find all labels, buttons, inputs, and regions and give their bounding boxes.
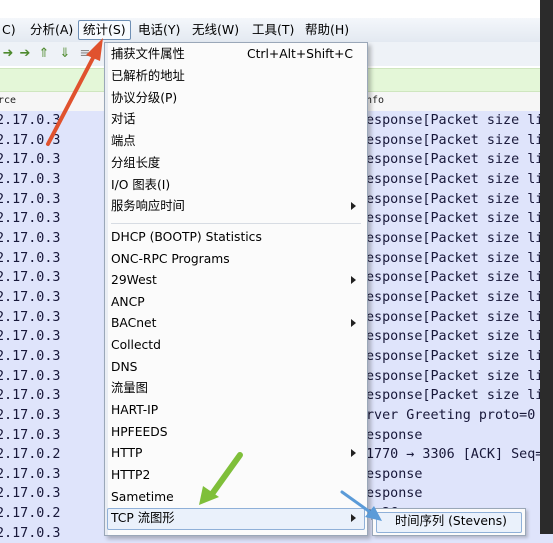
cell-source: 2.17.0.3 xyxy=(0,348,61,364)
cell-source: 2.17.0.2 xyxy=(0,447,61,463)
menu-item-onc-rpc-programs[interactable]: ONC-RPC Programs xyxy=(111,249,230,269)
cell-source: 2.17.0.3 xyxy=(0,211,61,227)
cell-source: 2.17.0.3 xyxy=(0,427,61,443)
menu-separator xyxy=(111,223,361,224)
cell-info: esponse[Packet size li xyxy=(366,309,544,325)
shortcut-label: Ctrl+Alt+Shift+C xyxy=(247,47,353,61)
menu-item-endpoints[interactable]: 端点 xyxy=(111,131,136,151)
cell-source: 2.17.0.3 xyxy=(0,486,61,502)
menu-item-time-sequence-stevens[interactable]: 时间序列 (Stevens) xyxy=(395,512,507,531)
go-last-icon[interactable]: ⇓ xyxy=(57,46,73,62)
cell-info: esponse[Packet size li xyxy=(366,348,544,364)
tcp-stream-graphs-submenu: 时间序列 (Stevens) xyxy=(372,508,526,536)
cell-info: 1770 → 3306 [ACK] Seq=26 xyxy=(366,447,553,463)
cell-info: esponse[Packet size li xyxy=(366,289,544,305)
cell-source: 2.17.0.3 xyxy=(0,132,61,148)
menu-help[interactable]: 帮助(H) xyxy=(301,21,353,39)
cell-source: 2.17.0.3 xyxy=(0,152,61,168)
cell-source: 2.17.0.3 xyxy=(0,407,61,423)
cell-source: 2.17.0.3 xyxy=(0,270,61,286)
menu-item-resolved-addresses[interactable]: 已解析的地址 xyxy=(111,66,185,86)
cell-info: esponse xyxy=(366,427,423,443)
cell-source: 2.17.0.3 xyxy=(0,191,61,207)
cell-source: 2.17.0.3 xyxy=(0,368,61,384)
menu-item-collectd[interactable]: Collectd xyxy=(111,335,161,355)
menu-item-packet-lengths[interactable]: 分组长度 xyxy=(111,153,160,173)
cell-info: esponse[Packet size li xyxy=(366,329,544,345)
menu-item-capture-file-properties[interactable]: 捕获文件属性 xyxy=(111,44,185,64)
cell-source: 2.17.0.3 xyxy=(0,289,61,305)
cell-source: 2.17.0.3 xyxy=(0,113,61,128)
cell-source: 2.17.0.2 xyxy=(0,506,61,522)
go-to-packet-icon[interactable]: ➔ xyxy=(17,46,33,62)
statistics-menu: 捕获文件属性 Ctrl+Alt+Shift+C 已解析的地址 协议分级(P) 对… xyxy=(104,42,368,536)
menu-item-flow-graph[interactable]: 流量图 xyxy=(111,378,148,398)
menu-analyze[interactable]: 分析(A) xyxy=(26,21,77,39)
cell-info: esponse[Packet size li xyxy=(366,171,544,187)
cell-info: esponse[Packet size li xyxy=(366,230,544,246)
column-info-header[interactable]: nfo xyxy=(366,95,384,106)
menubar: C) 分析(A) 统计(S) 电话(Y) 无线(W) 工具(T) 帮助(H) xyxy=(0,18,553,43)
go-forward-icon[interactable]: ➜ xyxy=(0,46,16,62)
go-first-icon[interactable]: ⇑ xyxy=(36,46,52,62)
cell-info: esponse[Packet size li xyxy=(366,152,544,168)
menu-item-tcp-stream-graphs[interactable]: TCP 流图形 xyxy=(111,508,175,528)
window-edge xyxy=(540,0,553,534)
cell-info: esponse[Packet size li xyxy=(366,388,544,404)
menu-item-29west[interactable]: 29West xyxy=(111,270,157,290)
submenu-arrow-icon xyxy=(351,202,356,210)
cell-info: rver Greeting proto=0 v xyxy=(366,407,552,423)
cell-source: 2.17.0.3 xyxy=(0,466,61,482)
menu-capture[interactable]: C) xyxy=(0,21,20,39)
menu-item-protocol-hierarchy[interactable]: 协议分级(P) xyxy=(111,88,177,108)
cell-source: 2.17.0.3 xyxy=(0,525,61,541)
menu-item-ancp[interactable]: ANCP xyxy=(111,292,145,312)
cell-info: esponse[Packet size li xyxy=(366,191,544,207)
menu-item-bacnet[interactable]: BACnet xyxy=(111,313,156,333)
cell-source: 2.17.0.3 xyxy=(0,250,61,266)
submenu-arrow-icon xyxy=(351,319,356,327)
cell-info: esponse[Packet size li xyxy=(366,113,544,128)
cell-source: 2.17.0.3 xyxy=(0,388,61,404)
menu-item-dns[interactable]: DNS xyxy=(111,357,137,377)
menu-item-service-response-time[interactable]: 服务响应时间 xyxy=(111,196,185,216)
cell-source: 2.17.0.3 xyxy=(0,171,61,187)
menu-item-hart-ip[interactable]: HART-IP xyxy=(111,400,158,420)
menu-item-dhcp-statistics[interactable]: DHCP (BOOTP) Statistics xyxy=(111,227,262,247)
cell-info: esponse[Packet size li xyxy=(366,368,544,384)
menu-item-sametime[interactable]: Sametime xyxy=(111,487,174,507)
cell-source: 2.17.0.3 xyxy=(0,309,61,325)
cell-info: esponse xyxy=(366,486,423,502)
menu-item-io-graph[interactable]: I/O 图表(I) xyxy=(111,175,170,195)
cell-info: esponse xyxy=(366,466,423,482)
menu-item-conversations[interactable]: 对话 xyxy=(111,109,136,129)
submenu-arrow-icon xyxy=(351,514,356,522)
menu-gutter xyxy=(105,43,108,535)
cell-source: 2.17.0.3 xyxy=(0,230,61,246)
cell-info: esponse[Packet size li xyxy=(366,250,544,266)
menu-item-label: 捕获文件属性 xyxy=(111,47,185,61)
column-source-header[interactable]: rce xyxy=(0,95,16,106)
menu-wireless[interactable]: 无线(W) xyxy=(188,21,243,39)
menu-item-hpfeeds[interactable]: HPFEEDS xyxy=(111,422,168,442)
submenu-arrow-icon xyxy=(351,449,356,457)
submenu-arrow-icon xyxy=(351,276,356,284)
cell-info: esponse[Packet size li xyxy=(366,132,544,148)
colorize-icon[interactable]: ≡ xyxy=(77,46,93,62)
menu-tools[interactable]: 工具(T) xyxy=(248,21,298,39)
menu-statistics[interactable]: 统计(S) xyxy=(78,20,131,40)
menu-item-http2[interactable]: HTTP2 xyxy=(111,465,150,485)
menu-item-http[interactable]: HTTP xyxy=(111,443,142,463)
menu-telephony[interactable]: 电话(Y) xyxy=(134,21,184,39)
cell-info: esponse[Packet size li xyxy=(366,211,544,227)
cell-source: 2.17.0.3 xyxy=(0,329,61,345)
cell-info: esponse[Packet size li xyxy=(366,270,544,286)
